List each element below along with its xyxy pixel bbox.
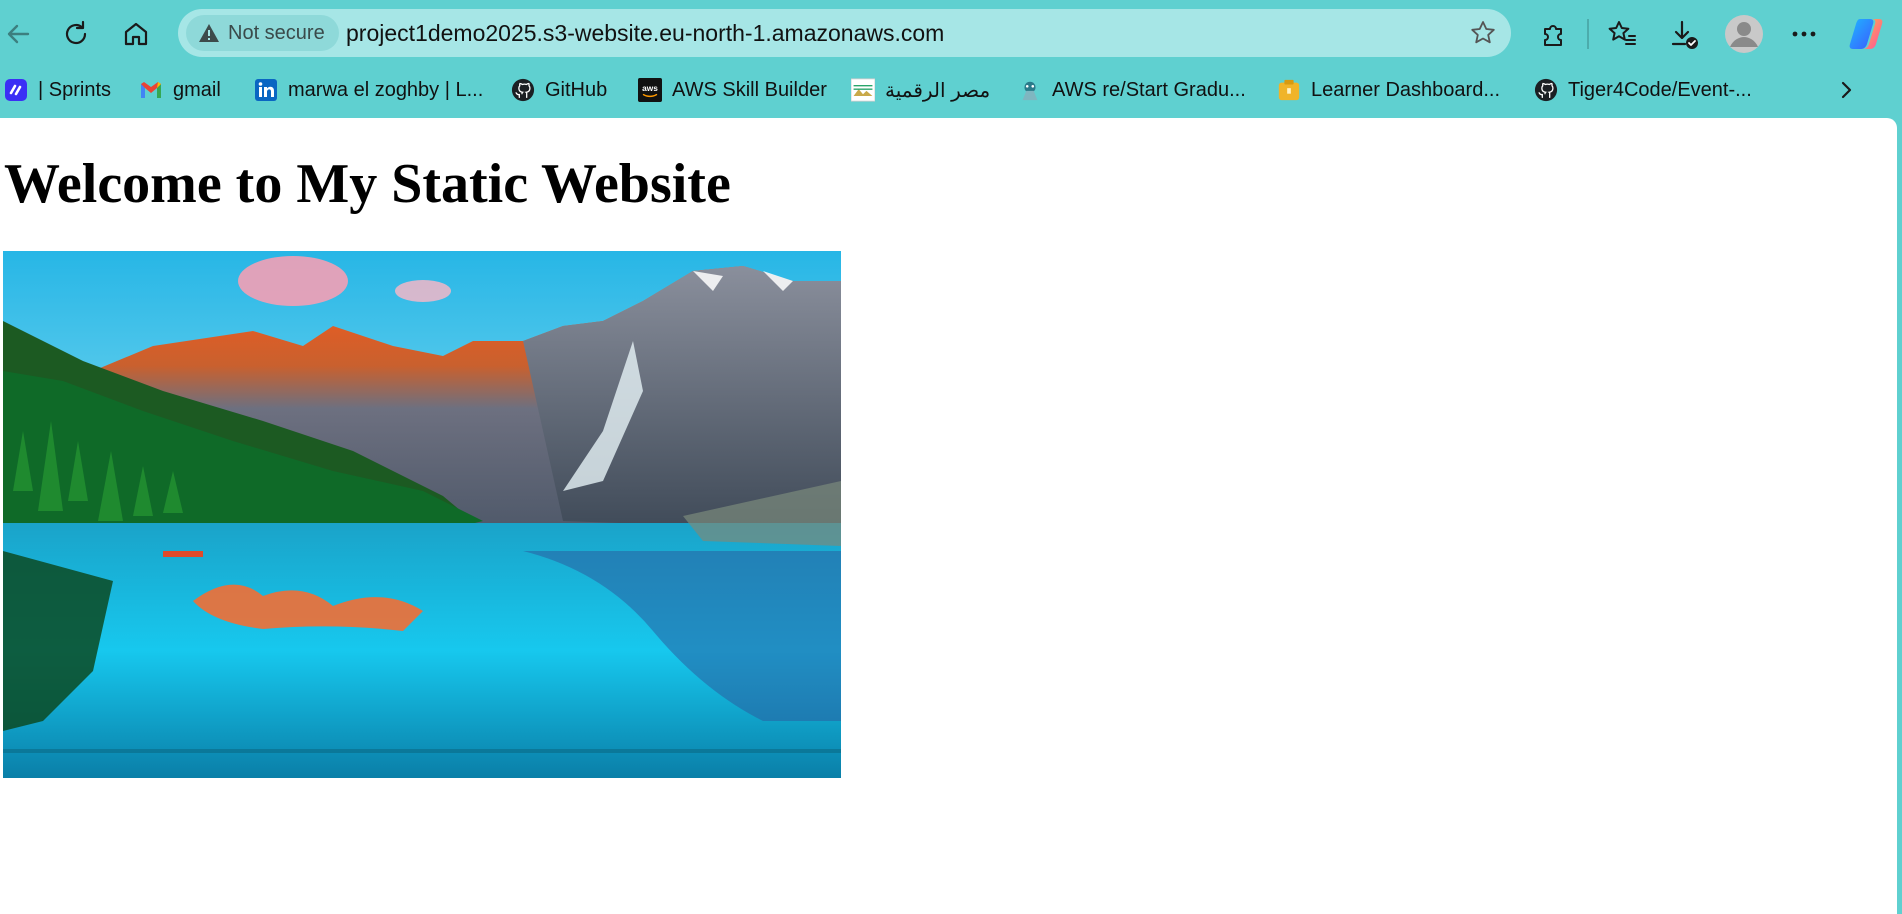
bookmark-label: Learner Dashboard... — [1311, 78, 1501, 101]
linkedin-icon — [254, 78, 278, 102]
more-icon — [1792, 31, 1816, 37]
back-icon — [7, 24, 30, 44]
settings-menu-button[interactable] — [1784, 14, 1824, 54]
misr-digital-icon — [851, 78, 875, 102]
bookmark-label: gmail — [173, 78, 221, 101]
hero-image — [3, 251, 841, 778]
bookmark-label: AWS Skill Builder — [672, 78, 827, 101]
bookmark-label: مصر الرقمية — [885, 79, 991, 102]
bookmark-tiger4code[interactable]: Tiger4Code/Event-... — [1534, 74, 1752, 106]
bookmark-misr-digital[interactable]: مصر الرقمية — [851, 74, 990, 106]
aws-restart-icon — [1018, 78, 1042, 102]
star-icon — [1471, 21, 1495, 44]
downloads-icon — [1671, 20, 1698, 49]
url-text[interactable]: project1demo2025.s3-website.eu-north-1.a… — [346, 20, 944, 47]
bookmark-label: GitHub — [545, 78, 608, 101]
page-viewport: Welcome to My Static Website — [0, 118, 1897, 914]
copilot-button[interactable] — [1846, 14, 1886, 54]
back-button[interactable] — [0, 14, 38, 54]
bookmark-label: AWS re/Start Gradu... — [1052, 78, 1246, 101]
more-bookmarks-button[interactable] — [1830, 74, 1862, 106]
security-label: Not secure — [228, 21, 325, 44]
warning-icon — [199, 24, 219, 42]
bookmarks-bar: | Sprints gmail marwa el zoghby | L... G… — [0, 70, 1902, 110]
browser-toolbar: Not secure project1demo2025.s3-website.e… — [0, 0, 1902, 66]
bookmark-label: | Sprints — [38, 78, 111, 101]
aws-icon: aws — [638, 78, 662, 102]
svg-text:aws: aws — [642, 83, 658, 93]
bookmark-learner-dashboard[interactable]: Learner Dashboard... — [1277, 74, 1500, 106]
bookmark-gmail[interactable]: gmail — [139, 74, 221, 106]
home-icon — [124, 22, 148, 46]
profile-button[interactable] — [1724, 14, 1764, 54]
copilot-icon — [1849, 19, 1883, 49]
bookmark-label: marwa el zoghby | L... — [288, 78, 484, 101]
refresh-button[interactable] — [56, 14, 96, 54]
downloads-button[interactable] — [1664, 14, 1704, 54]
bookmark-github[interactable]: GitHub — [511, 74, 607, 106]
chevron-right-icon — [1841, 81, 1852, 99]
learner-dashboard-icon — [1277, 78, 1301, 102]
bookmark-linkedin[interactable]: marwa el zoghby | L... — [254, 74, 483, 106]
favorite-button[interactable] — [1469, 19, 1497, 52]
bookmark-aws-restart[interactable]: AWS re/Start Gradu... — [1018, 74, 1246, 106]
extensions-icon — [1544, 25, 1562, 46]
extensions-button[interactable] — [1534, 14, 1574, 54]
toolbar-divider — [1587, 19, 1589, 49]
address-bar[interactable]: Not secure project1demo2025.s3-website.e… — [178, 9, 1511, 57]
gmail-icon — [139, 78, 163, 102]
refresh-icon — [65, 20, 87, 45]
github-icon — [511, 78, 535, 102]
home-button[interactable] — [116, 14, 156, 54]
bookmark-aws-skill-builder[interactable]: aws AWS Skill Builder — [638, 74, 827, 106]
favorites-button[interactable] — [1602, 14, 1642, 54]
page-heading: Welcome to My Static Website — [4, 153, 731, 215]
github-icon — [1534, 78, 1558, 102]
sprints-icon — [4, 78, 28, 102]
site-security-chip[interactable]: Not secure — [186, 15, 339, 51]
bookmark-label: Tiger4Code/Event-... — [1568, 78, 1752, 101]
profile-icon — [1725, 15, 1763, 53]
favorites-icon — [1608, 21, 1636, 45]
bookmark-sprints[interactable]: | Sprints — [4, 74, 111, 106]
